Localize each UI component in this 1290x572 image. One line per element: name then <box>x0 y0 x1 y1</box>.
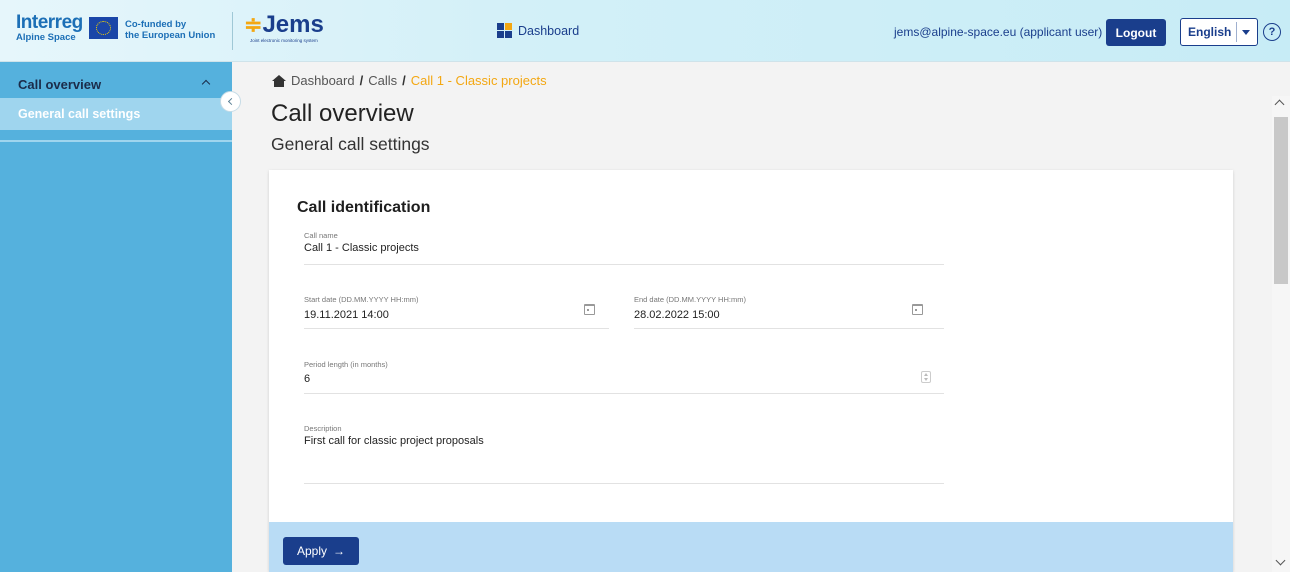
chevron-left-icon <box>227 97 236 106</box>
jems-name: Jems <box>262 11 324 38</box>
jems-logo[interactable]: ≑Jems Joint electronic monitoring system <box>244 11 324 44</box>
sidebar-collapse-button[interactable] <box>220 91 241 112</box>
sidebar-item-label: General call settings <box>18 107 141 121</box>
cofunded-line-1: Co-funded by <box>125 19 187 30</box>
number-stepper-icon[interactable] <box>921 371 931 383</box>
language-select-divider <box>1236 22 1237 42</box>
interreg-region: Alpine Space <box>16 32 76 43</box>
apply-label: Apply <box>296 544 328 558</box>
scrollbar-thumb[interactable] <box>1274 117 1288 284</box>
end-date-field[interactable]: End date (DD.MM.YYYY HH:mm) 28.02.2022 1… <box>634 295 944 329</box>
end-date-label: End date (DD.MM.YYYY HH:mm) <box>634 295 746 304</box>
calendar-icon[interactable] <box>584 304 595 315</box>
call-name-label: Call name <box>304 231 338 240</box>
breadcrumb-current: Call 1 - Classic projects <box>410 73 547 88</box>
call-name-field[interactable]: Call name Call 1 - Classic projects <box>304 231 944 265</box>
breadcrumb-calls[interactable]: Calls <box>368 73 397 88</box>
breadcrumb-dashboard[interactable]: Dashboard <box>291 73 355 88</box>
eu-flag-icon <box>89 17 118 39</box>
description-label: Description <box>304 424 342 433</box>
dashboard-link[interactable]: Dashboard <box>497 23 579 38</box>
start-date-label: Start date (DD.MM.YYYY HH:mm) <box>304 295 419 304</box>
cofunded-text: Co-funded by the European Union <box>125 19 215 41</box>
logout-button[interactable]: Logout <box>1106 19 1166 46</box>
language-value: English <box>1188 25 1232 39</box>
chevron-up-icon <box>201 79 211 89</box>
user-email[interactable]: jems@alpine-space.eu (applicant user) <box>894 25 1102 39</box>
section-title: Call identification <box>297 199 431 216</box>
interreg-logo[interactable]: Interreg Alpine Space <box>16 12 83 43</box>
dashboard-label: Dashboard <box>518 23 580 38</box>
cofunded-line-2: the European Union <box>125 30 216 41</box>
page-subtitle: General call settings <box>271 134 430 154</box>
period-length-field[interactable]: Period length (in months) 6 <box>304 360 944 394</box>
breadcrumb-separator: / <box>402 73 406 88</box>
breadcrumb: Dashboard / Calls / Call 1 - Classic pro… <box>272 73 547 88</box>
sidebar-section-label: Call overview <box>18 76 102 92</box>
sidebar-divider <box>0 140 232 142</box>
breadcrumb-separator: / <box>359 73 364 88</box>
description-field[interactable]: Description First call for classic proje… <box>304 424 944 484</box>
call-identification-card: Call identification Call name Call 1 - C… <box>269 170 1233 572</box>
top-header: Interreg Alpine Space Co-funded by the E… <box>0 0 1290 62</box>
description-value: First call for classic project proposals <box>304 435 484 447</box>
dashboard-icon <box>497 23 512 38</box>
jems-mark-icon: ≑ <box>244 12 263 37</box>
chevron-down-icon <box>1242 29 1250 35</box>
start-date-field[interactable]: Start date (DD.MM.YYYY HH:mm) 19.11.2021… <box>304 295 609 329</box>
arrow-right-icon: → <box>333 544 346 558</box>
apply-button[interactable]: Apply → <box>283 537 359 565</box>
help-icon[interactable]: ? <box>1263 23 1281 41</box>
call-name-value: Call 1 - Classic projects <box>304 242 419 254</box>
action-bar: Apply → <box>269 522 1233 572</box>
home-icon[interactable] <box>272 74 286 87</box>
period-length-value: 6 <box>304 373 311 385</box>
jems-tagline: Joint electronic monitoring system <box>250 38 318 43</box>
start-date-value: 19.11.2021 14:00 <box>304 309 389 321</box>
sidebar: Call overview General call settings <box>0 62 232 572</box>
period-length-label: Period length (in months) <box>304 360 388 369</box>
header-divider <box>232 12 233 50</box>
sidebar-item-general-call-settings[interactable]: General call settings <box>0 98 232 130</box>
end-date-value: 28.02.2022 15:00 <box>634 309 720 321</box>
language-select[interactable]: English <box>1180 18 1258 46</box>
sidebar-section-call-overview[interactable]: Call overview <box>0 70 232 98</box>
calendar-icon[interactable] <box>912 304 923 315</box>
page-title: Call overview <box>271 100 414 127</box>
interreg-brand: Interreg <box>16 12 83 33</box>
